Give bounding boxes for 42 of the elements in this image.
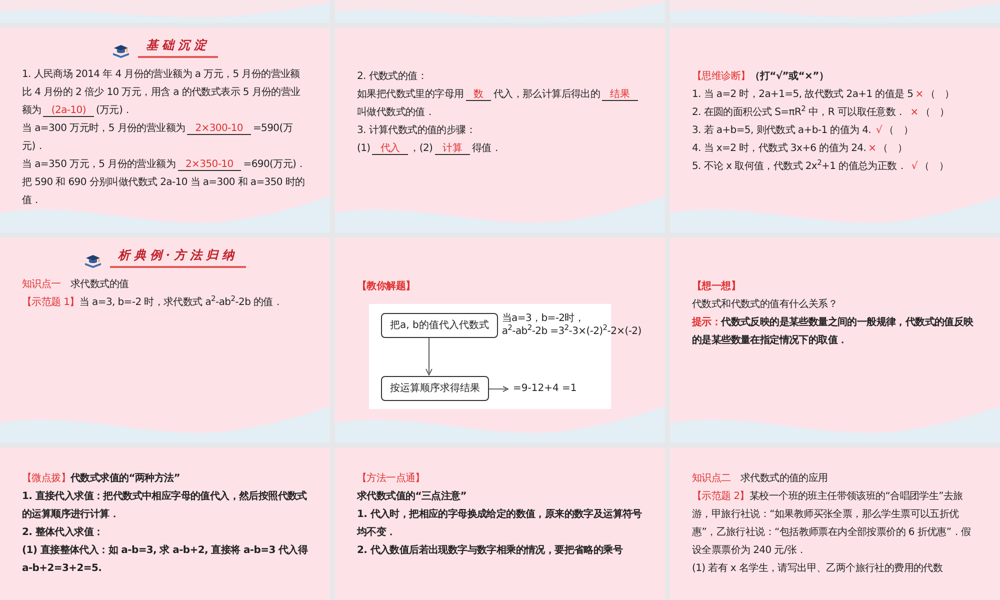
- slide-text: 提示：代数式反映的是某些数量之间的一般规律，代数式的值反映的是某些数量在指定情况下的取值．: [692, 315, 974, 348]
- connector-arrow: [489, 386, 509, 392]
- slide-text: 把 590 和 690 分别叫做代数式 2a-10 当 a=300 和 a=350 时的值．: [22, 176, 306, 208]
- slide-text: 1. 代入时，把相应的字母换成给定的数值，原来的数字及运算符号均不变．: [357, 507, 643, 540]
- section-title: 析典例·方法归纳: [110, 246, 246, 268]
- slide-text: 【方法一点通】: [357, 472, 426, 486]
- slide-text: 【示范题 2】某校一个班的班主任带领该班的“合唱团学生”去旅游，甲旅行社说：“如果教师买张全票，那么学生票可以五折优惠”，乙旅行社说：“包括教师票在内全部按票价的 6 折优惠”．假设全票票价为 240 元/张．: [692, 490, 972, 558]
- formula-text: 当a=3，b=-2时，: [502, 312, 586, 324]
- slide-text: (1) 若有 x 名学生，请写出甲、乙两个旅行社的费用的代数: [692, 562, 944, 576]
- slide-text: 2. 整体代入求值：: [22, 526, 104, 540]
- slide-text: 2. 在圆的面积公式 S=πR$^{2}$ 中，R 可以取任意数． × （ ）: [692, 104, 950, 120]
- slide-text: 4. 当 x=2 时，代数式 3x+6 的值为 24. × （ ）: [692, 142, 908, 156]
- slide-text: 【教你解题】: [357, 280, 416, 294]
- slide-text: 【示范题 1】当 a=3, b=-2 时，求代数式 a$^{2}$-ab$^{2}$-2b 的值．: [22, 294, 284, 310]
- section-title: 基础沉淀: [138, 36, 218, 58]
- slide-text: 3. 若 a+b=5, 则代数式 a+b-1 的值为 4. √ （ ）: [692, 124, 914, 138]
- slide-text: 1. 直接代入求值：把代数式中相应字母的值代入，然后按照代数式的运算顺序进行计算．: [22, 489, 308, 522]
- slide-text: 5. 不论 x 取何值，代数式 2x$^{2}$+1 的值总为正数． √ （ ）: [692, 158, 950, 174]
- slide-text: (1) 代入 ，(2) 计算 得值．: [357, 142, 502, 157]
- slide-text: 当 a=350 万元，5 月份的营业额为 2×350-10 =690(万元)．: [22, 158, 307, 173]
- flow-step: 按运算顺序求得结果: [381, 376, 489, 401]
- slide-text: 【想一想】: [692, 280, 742, 294]
- slide-text: 知识点二 求代数式的值的应用: [692, 472, 829, 486]
- slide-text: 【思维诊断】（打“√”或“×”）: [692, 70, 830, 84]
- formula-text: =9-12+4 =1: [513, 382, 577, 396]
- slide-text: 1. 当 a=2 时，2a+1=5, 故代数式 2a+1 的值是 5 × （ ）: [692, 88, 956, 102]
- slide-text: 3. 计算代数式的值的步骤：: [357, 124, 477, 138]
- formula-text: a$^{2}$-ab$^{2}$-2b =3$^{2}$-3×(-2)$^{2}$-2×(-2): [502, 325, 642, 338]
- slide-text: 如果把代数式里的字母用 数 代入，那么计算后得出的 结果 叫做代数式的值．: [357, 86, 643, 122]
- slide-text: 知识点一 求代数式的值: [22, 278, 130, 292]
- slide-text: 求代数式值的“三点注意”: [357, 489, 468, 504]
- book-cap-icon: [84, 252, 102, 268]
- slide-text: 2. 代数式的值：: [357, 70, 428, 84]
- slide-text: 当 a=300 万元时，5 月份的营业额为 2×300-10 =590(万元)．: [22, 122, 294, 154]
- slide-text: 1. 人民商场 2014 年 4 月份的营业额为 a 万元，5 月份的营业额比 4 月份的 2 倍少 10 万元，用含 a 的代数式表示 5 月份的营业额为 (2a-10) (万元)．: [22, 68, 302, 119]
- slide-text: 【微点拨】代数式求值的“两种方法”: [22, 471, 182, 486]
- flow-step: 把a, b的值代入代数式: [381, 312, 498, 338]
- connector-arrow: [425, 338, 433, 376]
- book-cap-icon: [112, 42, 130, 58]
- slide-text: 2. 代入数值后若出现数字与数字相乘的情况，要把省略的乘号: [357, 543, 624, 558]
- slide-text: 代数式和代数式的值有什么关系？: [692, 298, 839, 312]
- slide-text: (1) 直接整体代入：如 a-b=3, 求 a-b+2, 直接将 a-b=3 代入得 a-b+2=3+2=5.: [22, 544, 308, 576]
